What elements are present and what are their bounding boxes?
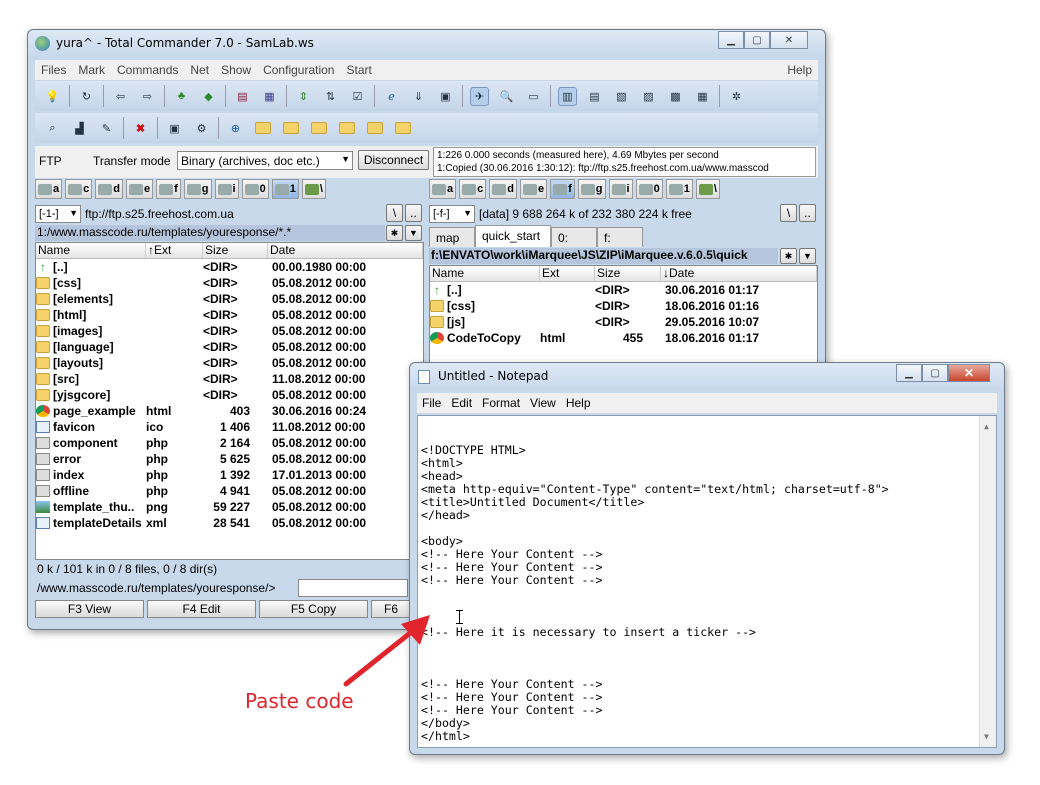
- annotation-arrow-icon: [343, 615, 430, 687]
- annotation-label: Paste code: [245, 689, 354, 713]
